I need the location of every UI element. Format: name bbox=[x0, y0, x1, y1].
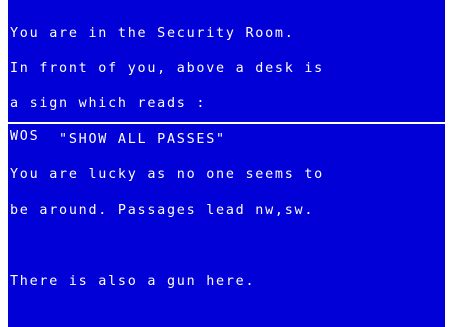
object-line: There is also a gun here. bbox=[10, 273, 256, 289]
room-description: You are in the Security Room. In front o… bbox=[10, 4, 443, 311]
game-screen: You are in the Security Room. In front o… bbox=[0, 0, 453, 327]
divider-line bbox=[8, 122, 445, 124]
description-line-2: In front of you, above a desk is bbox=[10, 60, 324, 76]
description-line-5: You are lucky as no one seems to bbox=[10, 167, 324, 183]
sign-text-line: "SHOW ALL PASSES" bbox=[10, 131, 226, 147]
command-input[interactable]: WOS bbox=[10, 130, 39, 143]
description-line-3: a sign which reads : bbox=[10, 96, 207, 112]
description-line-1: You are in the Security Room. bbox=[10, 25, 295, 41]
play-area: You are in the Security Room. In front o… bbox=[8, 0, 445, 327]
description-line-6: be around. Passages lead nw,sw. bbox=[10, 202, 315, 218]
